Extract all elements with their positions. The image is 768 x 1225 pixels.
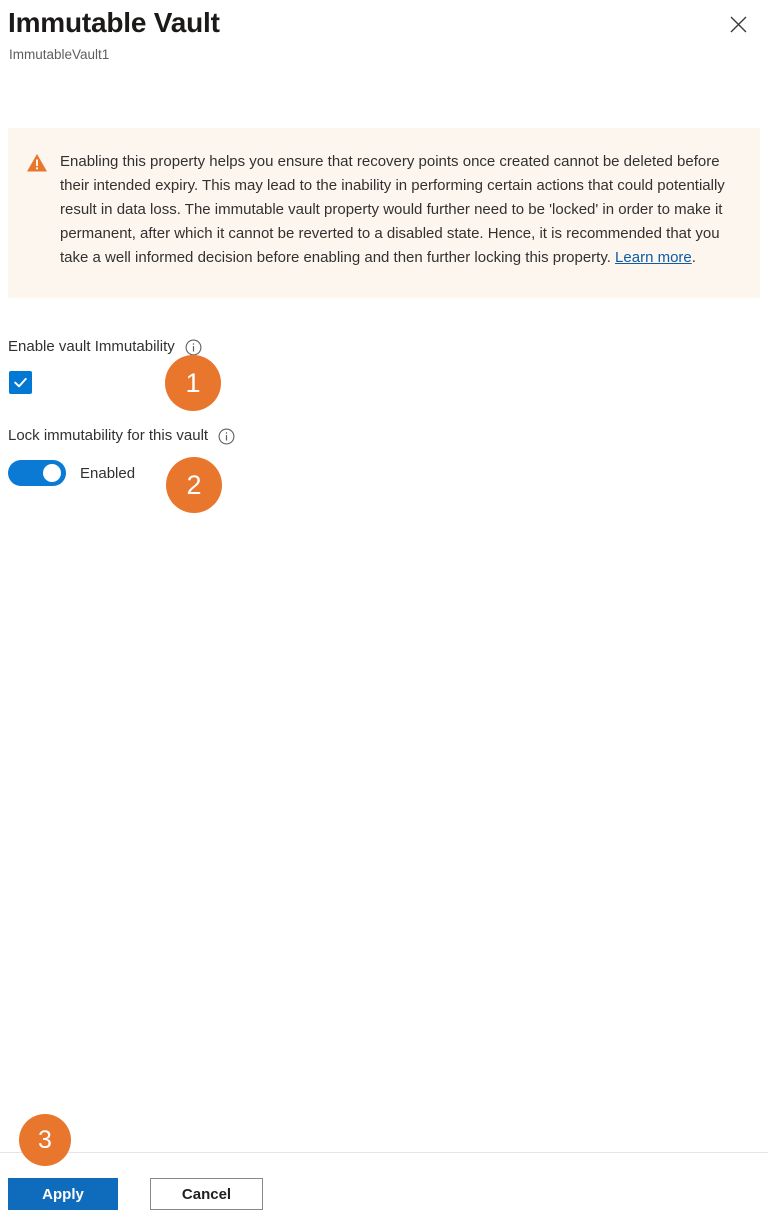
annotation-badge-1: 1 <box>165 355 221 411</box>
lock-immutability-label-text: Lock immutability for this vault <box>8 427 209 444</box>
warning-banner: Enabling this property helps you ensure … <box>8 128 760 298</box>
cancel-button[interactable]: Cancel <box>150 1178 263 1210</box>
info-icon[interactable] <box>218 428 235 445</box>
apply-button[interactable]: Apply <box>8 1178 118 1210</box>
annotation-badge-3: 3 <box>19 1114 71 1166</box>
panel-subtitle: ImmutableVault1 <box>9 47 110 62</box>
panel-header: Immutable Vault ImmutableVault1 <box>0 0 768 110</box>
enable-immutability-checkbox[interactable] <box>9 371 32 394</box>
lock-immutability-label: Lock immutability for this vault <box>8 425 235 447</box>
footer-divider <box>0 1152 768 1153</box>
page-title: Immutable Vault <box>8 7 220 38</box>
lock-immutability-toggle[interactable] <box>8 460 66 486</box>
close-icon <box>730 16 747 33</box>
annotation-badge-2: 2 <box>166 457 222 513</box>
warning-triangle-icon <box>26 152 48 174</box>
lock-immutability-state-text: Enabled <box>80 464 136 482</box>
warning-message: Enabling this property helps you ensure … <box>60 150 744 270</box>
close-button[interactable] <box>722 8 754 40</box>
learn-more-link[interactable]: Learn more <box>615 249 692 266</box>
warning-text-tail: . <box>691 249 696 266</box>
enable-immutability-label-text: Enable vault Immutability <box>8 338 175 355</box>
info-icon[interactable] <box>185 339 202 356</box>
lock-immutability-toggle-row: Enabled <box>8 460 135 486</box>
enable-immutability-label: Enable vault Immutability <box>8 336 202 358</box>
toggle-knob <box>43 464 61 482</box>
